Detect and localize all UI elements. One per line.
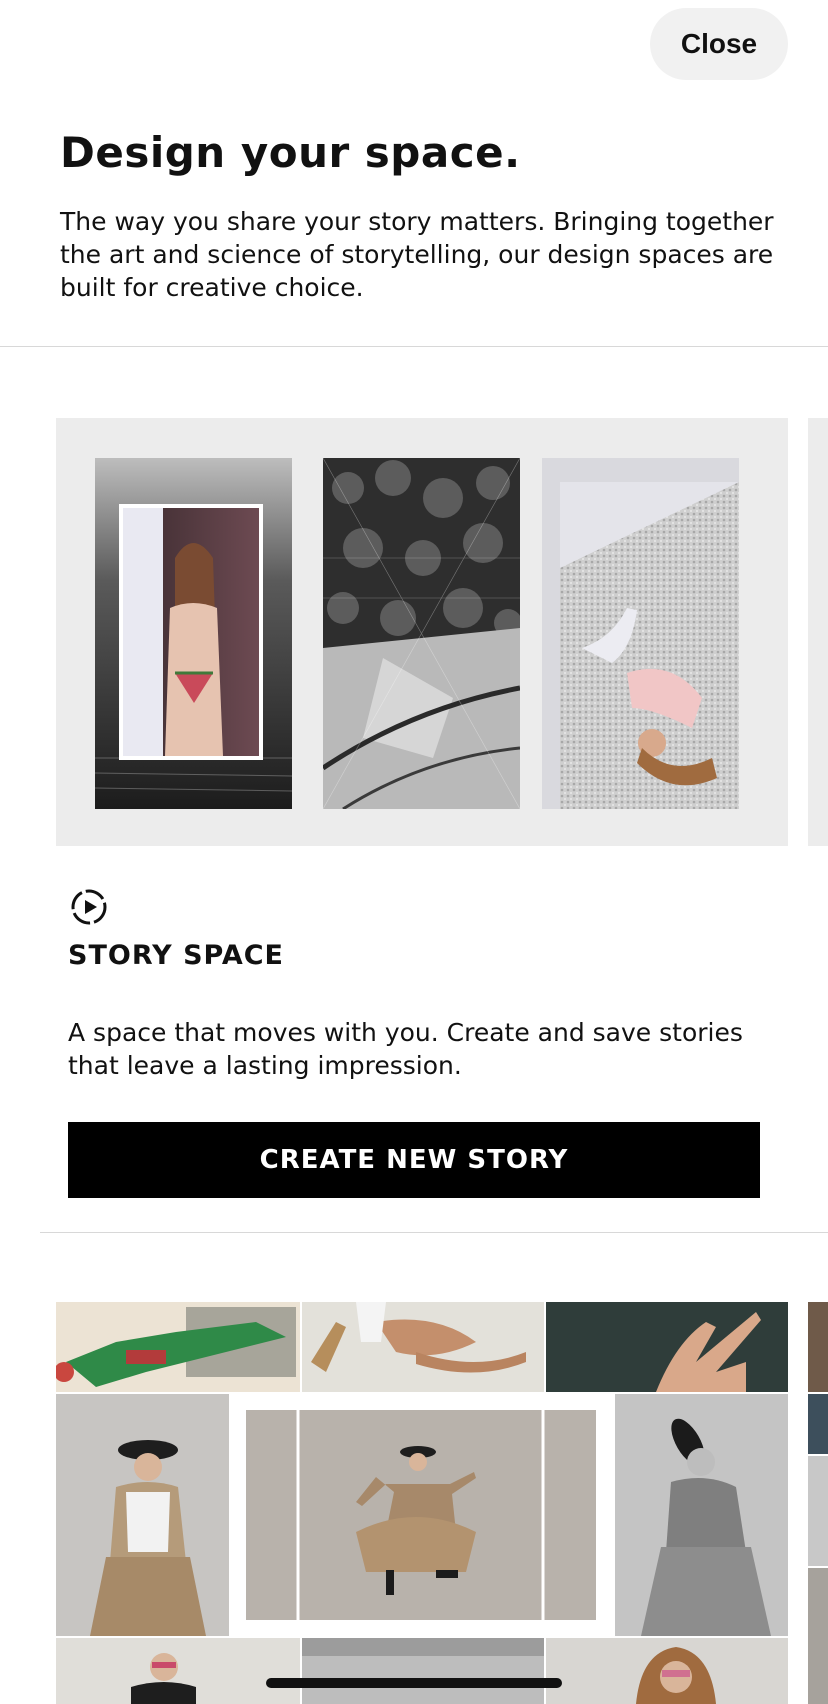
divider	[40, 1232, 828, 1233]
story-thumbnail-woman-watermelon	[95, 458, 292, 809]
collage-tile-woman-sunglasses-left	[56, 1638, 300, 1704]
collage-tile-hand	[546, 1302, 788, 1392]
story-space-title: STORY SPACE	[68, 940, 284, 971]
close-button[interactable]: Close	[650, 8, 788, 80]
story-space-preview-card[interactable]	[56, 418, 788, 846]
create-new-story-button[interactable]: CREATE NEW STORY	[68, 1122, 760, 1198]
collage-tile-gray-wall	[302, 1638, 544, 1704]
story-play-icon	[70, 888, 108, 926]
collage-tile-woman-in-hat-bw	[615, 1394, 788, 1636]
collage-tile-woman-jumping	[231, 1394, 613, 1636]
collage-tile-woman-in-hat-color	[56, 1394, 229, 1636]
divider	[0, 346, 828, 347]
collage-tile-abstract-art	[56, 1302, 300, 1392]
collage-tile-woman-sunglasses-right	[546, 1638, 788, 1704]
next-space-card-peek[interactable]	[808, 418, 828, 846]
story-space-description: A space that moves with you. Create and …	[68, 1018, 743, 1080]
story-thumbnail-woman-on-gravel	[542, 458, 739, 809]
collage-tile-legs-on-bed	[302, 1302, 544, 1392]
story-thumbnail-palm-trees	[323, 458, 520, 809]
page-title: Design your space.	[60, 128, 521, 177]
collage-space-preview-card[interactable]	[56, 1302, 788, 1704]
home-indicator[interactable]	[266, 1678, 562, 1688]
intro-description: The way you share your story matters. Br…	[60, 207, 774, 302]
next-collage-card-peek[interactable]	[808, 1302, 828, 1704]
